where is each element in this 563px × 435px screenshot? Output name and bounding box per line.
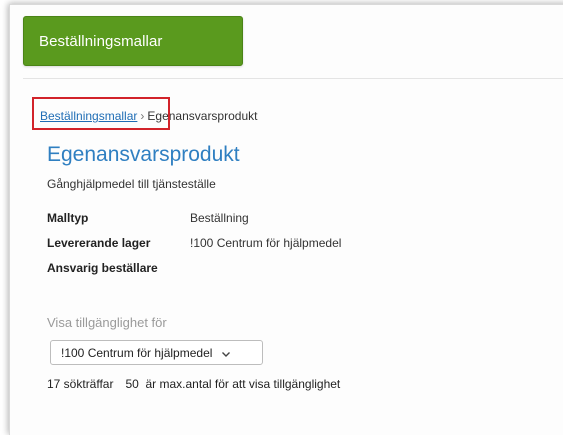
page-title: Egenansvarsprodukt [47, 143, 240, 166]
chevron-down-icon [221, 348, 231, 358]
property-row-ansvarig-bestallare: Ansvarig beställare [47, 261, 341, 286]
availability-select[interactable]: !100 Centrum för hjälpmedel [50, 340, 263, 365]
availability-label: Visa tillgänglighet för [47, 315, 167, 330]
property-label: Ansvarig beställare [47, 261, 158, 275]
properties-list: Malltyp Beställning Levererande lager !1… [47, 211, 341, 286]
highlight-annotation-box [32, 97, 170, 130]
property-row-levererande-lager: Levererande lager !100 Centrum för hjälp… [47, 236, 341, 261]
results-summary: 17 sökträffar 50 är max.antal för att vis… [47, 377, 340, 391]
property-value: Beställning [190, 211, 249, 225]
property-value: !100 Centrum för hjälpmedel [190, 236, 342, 250]
results-max-note: 50 är max.antal för att visa tillgänglig… [125, 377, 341, 391]
section-header: Beställningsmallar [23, 16, 243, 66]
property-label: Levererande lager [47, 236, 151, 250]
availability-select-value: !100 Centrum för hjälpmedel [61, 345, 213, 360]
section-header-title: Beställningsmallar [39, 32, 163, 50]
content-divider [23, 78, 563, 79]
property-label: Malltyp [47, 211, 89, 225]
results-hit-count: 17 sökträffar [47, 377, 114, 391]
property-row-malltyp: Malltyp Beställning [47, 211, 341, 236]
page-subtitle: Gånghjälpmedel till tjänsteställe [47, 177, 216, 191]
